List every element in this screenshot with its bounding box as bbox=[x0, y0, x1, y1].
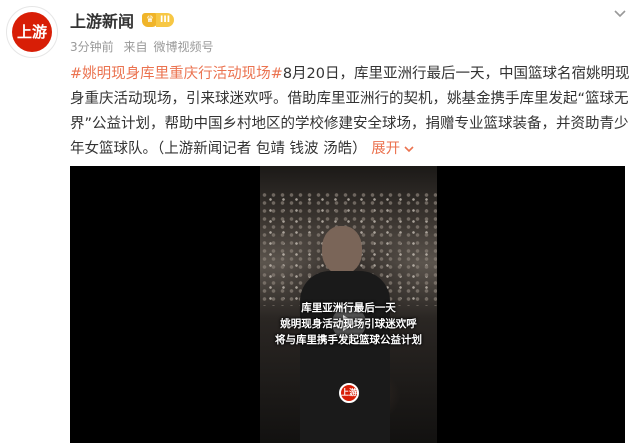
expand-label: 展开 bbox=[371, 141, 401, 157]
video-frame[interactable]: 库里亚洲行最后一天 姚明现身活动现场引球迷欢呼 将与库里携手发起篮球公益计划 上… bbox=[260, 166, 437, 443]
post-header: 上游 上游新闻 ♛ III 3分钟前 来自 微博视频号 bbox=[0, 0, 640, 64]
person-body bbox=[300, 271, 390, 443]
video-caption-line-2: 姚明现身活动现场引球迷欢呼 bbox=[280, 318, 417, 330]
more-chevron-icon[interactable] bbox=[610, 4, 630, 24]
badge-level: III bbox=[156, 13, 175, 27]
video-caption-line-3: 将与库里携手发起篮球公益计划 bbox=[275, 334, 422, 346]
person-head bbox=[322, 226, 362, 274]
chevron-down-icon bbox=[404, 146, 414, 153]
hashtag-link[interactable]: #姚明现身库里重庆行活动现场# bbox=[70, 66, 283, 82]
video-player[interactable]: 库里亚洲行最后一天 姚明现身活动现场引球迷欢呼 将与库里携手发起篮球公益计划 上… bbox=[70, 166, 625, 443]
shangyou-logo-icon: 上游 bbox=[12, 12, 52, 52]
source-prefix: 来自 bbox=[123, 40, 148, 54]
post-text: #姚明现身库里重庆行活动现场#8月20日，库里亚洲行最后一天，中国篮球名宿姚明现… bbox=[70, 62, 630, 162]
author-avatar[interactable]: 上游 bbox=[6, 6, 58, 58]
vip-badge[interactable]: ♛ III bbox=[142, 13, 175, 27]
author-row: 上游新闻 ♛ III bbox=[70, 8, 175, 32]
author-name[interactable]: 上游新闻 bbox=[70, 8, 134, 32]
post-source[interactable]: 微博视频号 bbox=[153, 40, 213, 54]
video-caption-line-1: 库里亚洲行最后一天 bbox=[301, 302, 396, 314]
expand-link[interactable]: 展开 bbox=[371, 141, 415, 157]
post-time: 3分钟前 bbox=[70, 40, 114, 54]
post-meta: 3分钟前 来自 微博视频号 bbox=[70, 38, 220, 55]
watermark-logo-icon: 上游 bbox=[339, 383, 359, 403]
